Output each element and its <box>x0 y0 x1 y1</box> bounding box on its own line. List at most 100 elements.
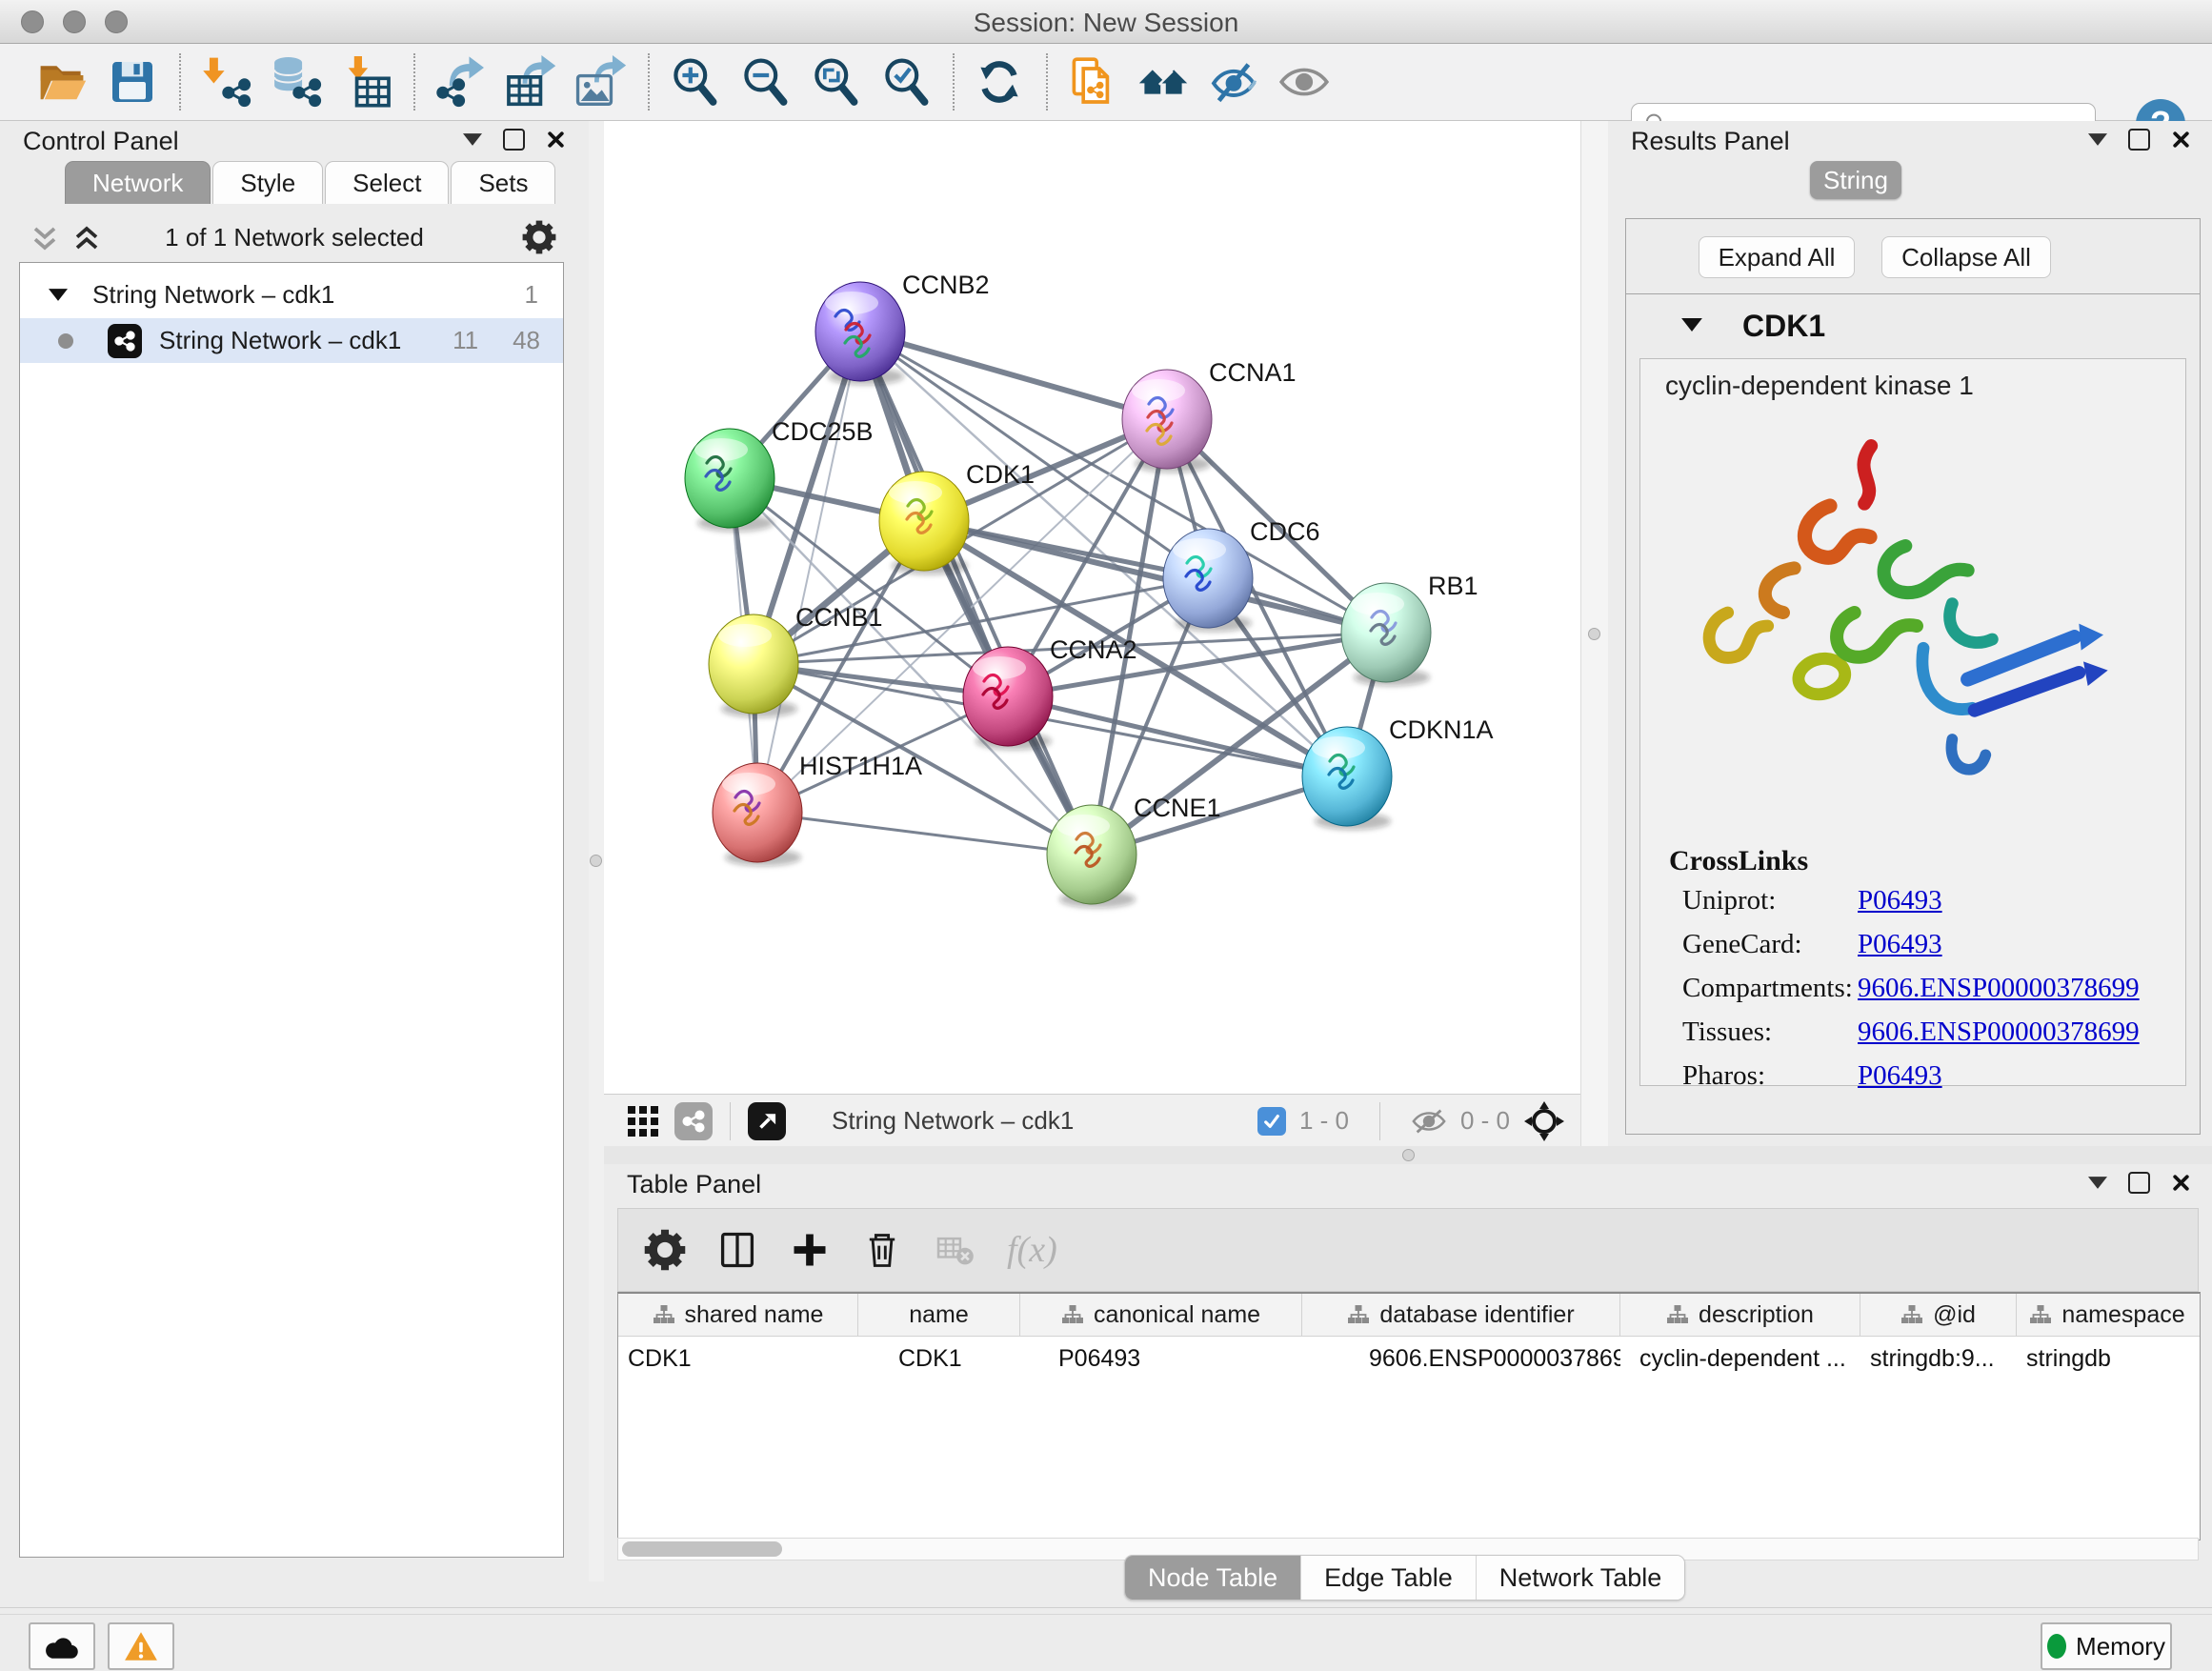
function-builder-button-disabled: f(x) <box>1007 1229 1057 1271</box>
birdseye-view-button[interactable] <box>748 1102 786 1140</box>
import-table-button[interactable] <box>337 52 396 111</box>
svg-text:CDC25B: CDC25B <box>772 417 874 446</box>
genecard-link[interactable]: P06493 <box>1858 929 1942 960</box>
table-options-button[interactable] <box>639 1224 691 1276</box>
horizontal-splitter[interactable] <box>604 1146 2212 1164</box>
create-column-button[interactable] <box>784 1224 835 1276</box>
export-network-button[interactable] <box>431 52 490 111</box>
control-panel: Control Panel Network Style Select Sets … <box>0 121 589 1581</box>
network-row[interactable]: String Network – cdk1 11 48 <box>20 318 563 363</box>
arrow-ne-icon <box>754 1109 779 1134</box>
show-all-button[interactable] <box>1275 52 1334 111</box>
zoom-out-button[interactable] <box>735 52 794 111</box>
tab-sets[interactable]: Sets <box>451 161 555 204</box>
grid-view-icon[interactable] <box>627 1105 659 1137</box>
open-session-button[interactable] <box>32 52 91 111</box>
toolbar-separator <box>179 53 181 111</box>
panel-menu-icon[interactable] <box>463 133 482 146</box>
memory-button[interactable]: Memory <box>2041 1622 2172 1670</box>
tab-node-table[interactable]: Node Table <box>1125 1556 1301 1600</box>
delete-column-button[interactable] <box>856 1224 908 1276</box>
zoom-fit-button[interactable] <box>806 52 865 111</box>
branch-icon <box>1347 1304 1370 1325</box>
results-tab-string[interactable]: String <box>1810 161 1901 199</box>
export-image-button[interactable] <box>572 52 631 111</box>
column-header-shared-name[interactable]: shared name <box>618 1294 858 1336</box>
selected-checkbox-icon[interactable] <box>1257 1107 1286 1136</box>
zoom-in-button[interactable] <box>665 52 724 111</box>
refresh-icon <box>973 55 1026 109</box>
protein-expander-icon[interactable] <box>1681 318 1702 332</box>
vertical-splitter-right[interactable] <box>1580 121 1610 1146</box>
export-table-button[interactable] <box>501 52 560 111</box>
crosshair-icon[interactable] <box>1523 1100 1565 1142</box>
first-neighbors-button[interactable] <box>1134 52 1193 111</box>
save-session-button[interactable] <box>103 52 162 111</box>
table-toolbar: f(x) <box>617 1208 2199 1292</box>
tab-edge-table[interactable]: Edge Table <box>1301 1556 1477 1600</box>
panel-close-icon[interactable] <box>546 130 566 150</box>
panel-float-icon[interactable] <box>503 129 525 151</box>
toolbar-separator <box>730 1102 731 1140</box>
tab-select[interactable]: Select <box>325 161 449 204</box>
import-network-button[interactable] <box>196 52 255 111</box>
tissues-link[interactable]: 9606.ENSP00000378699 <box>1858 1017 2140 1048</box>
compartments-link[interactable]: 9606.ENSP00000378699 <box>1858 973 2140 1004</box>
vertical-splitter-left[interactable] <box>589 121 604 1581</box>
protein-details: cyclin-dependent kinase 1 <box>1639 358 2186 1086</box>
splitter-handle[interactable] <box>1588 628 1600 640</box>
panel-menu-icon[interactable] <box>2088 1177 2107 1189</box>
tab-network[interactable]: Network <box>65 161 211 204</box>
expand-all-button[interactable]: Expand All <box>1699 236 1855 278</box>
panel-float-icon[interactable] <box>2128 1172 2150 1194</box>
toolbar-separator <box>1046 53 1048 111</box>
svg-text:CDK1: CDK1 <box>966 460 1035 489</box>
pharos-link[interactable]: P06493 <box>1858 1060 1942 1092</box>
network-edge-count: 48 <box>513 326 540 355</box>
window-title: Session: New Session <box>0 8 2212 38</box>
column-header-database-identifier[interactable]: database identifier <box>1302 1294 1620 1336</box>
import-database-icon <box>270 55 323 109</box>
scrollbar-thumb[interactable] <box>622 1541 782 1557</box>
uniprot-link[interactable]: P06493 <box>1858 885 1942 916</box>
warnings-button[interactable] <box>108 1622 174 1670</box>
network-collection-row[interactable]: String Network – cdk1 1 <box>20 272 563 317</box>
column-header-name[interactable]: name <box>858 1294 1020 1336</box>
column-header-description[interactable]: description <box>1620 1294 1860 1336</box>
table-row[interactable]: CDK1 CDK1 P06493 9606.ENSP00000378699 cy… <box>618 1337 2200 1380</box>
panel-float-icon[interactable] <box>2128 129 2150 151</box>
panel-close-icon[interactable] <box>2171 1173 2191 1193</box>
import-network-from-database-button[interactable] <box>267 52 326 111</box>
clone-network-button[interactable] <box>1063 52 1122 111</box>
refresh-layout-button[interactable] <box>970 52 1029 111</box>
network-label: String Network – cdk1 <box>159 326 401 355</box>
crosslinks-section: CrossLinks Uniprot: P06493 GeneCard: P06… <box>1669 845 2140 1104</box>
collapse-all-button[interactable]: Collapse All <box>1881 236 2051 278</box>
cloud-status-button[interactable] <box>29 1622 95 1670</box>
collection-expander-icon[interactable] <box>49 289 68 301</box>
table-panel-header: Table Panel <box>604 1164 2212 1204</box>
column-header-id[interactable]: @id <box>1860 1294 2017 1336</box>
zoom-selected-button[interactable] <box>876 52 935 111</box>
network-canvas[interactable]: CCNB2CCNA1CDC25BCDK1CDC6RB1CCNB1CCNA2CDK… <box>604 121 1580 1094</box>
column-header-namespace[interactable]: namespace <box>2017 1294 2198 1336</box>
share-icon <box>113 330 136 352</box>
splitter-handle[interactable] <box>590 855 602 867</box>
panel-close-icon[interactable] <box>2171 130 2191 150</box>
hidden-counts: 0 - 0 <box>1460 1106 1510 1136</box>
cytoscape-window: Session: New Session <box>0 0 2212 1671</box>
table-header-row: shared name name canonical name database… <box>618 1294 2200 1337</box>
crosslink-row: Uniprot: P06493 <box>1669 885 2140 916</box>
hide-selected-button[interactable] <box>1204 52 1263 111</box>
column-header-canonical-name[interactable]: canonical name <box>1020 1294 1302 1336</box>
tab-network-table[interactable]: Network Table <box>1477 1556 1685 1600</box>
protein-section-header[interactable]: CDK1 <box>1626 295 2200 356</box>
plus-icon <box>789 1229 831 1271</box>
show-columns-button[interactable] <box>712 1224 763 1276</box>
branch-icon <box>2029 1304 2052 1325</box>
panel-menu-icon[interactable] <box>2088 133 2107 146</box>
splitter-handle[interactable] <box>1402 1149 1415 1161</box>
network-options-gear-icon[interactable] <box>522 220 556 254</box>
string-network-graph[interactable]: CCNB2CCNA1CDC25BCDK1CDC6RB1CCNB1CCNA2CDK… <box>604 121 1580 1094</box>
tab-style[interactable]: Style <box>212 161 323 204</box>
